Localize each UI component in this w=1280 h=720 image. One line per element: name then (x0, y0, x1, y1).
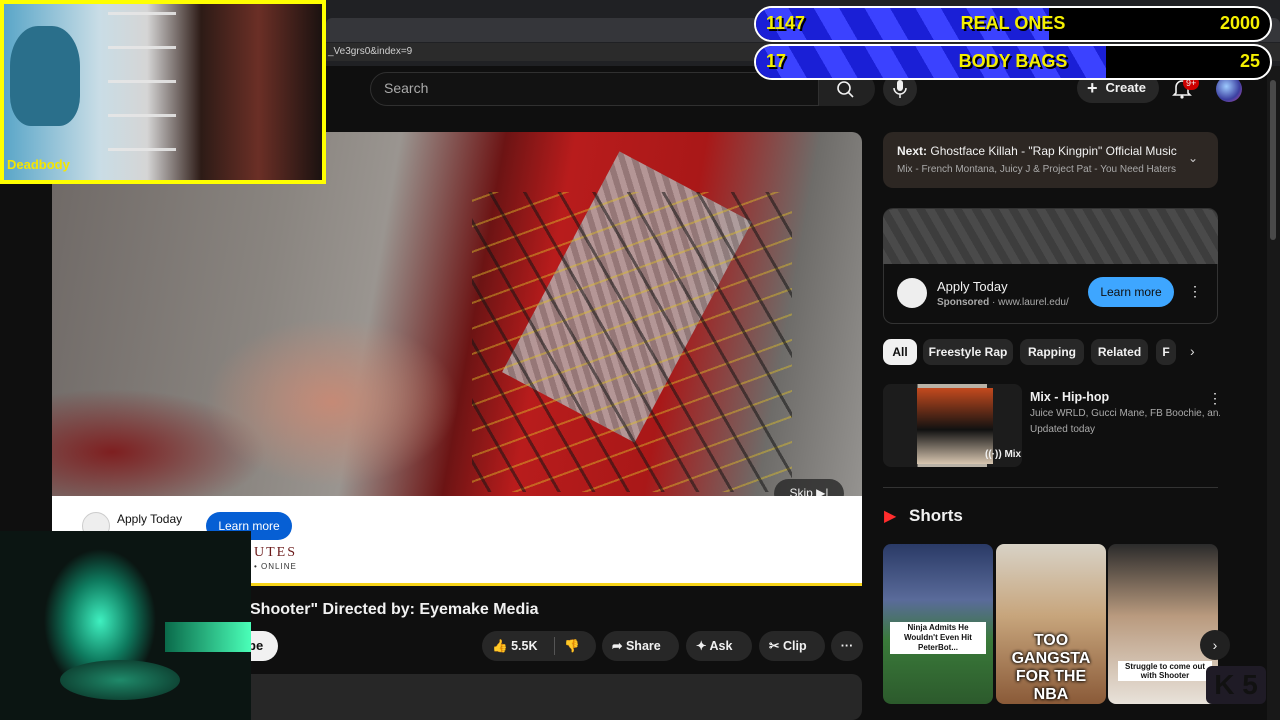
like-count: 5.5K (511, 639, 538, 653)
chevron-right-icon: › (1212, 637, 1218, 653)
mix-more-icon[interactable]: ⋮ (1208, 390, 1222, 407)
chip-all[interactable]: All (883, 339, 917, 365)
secondary-cam-object (60, 660, 180, 700)
ad-title[interactable]: Apply Today (117, 512, 182, 526)
shorts-icon: ▶ (884, 508, 897, 525)
sidebar-ad-logo (897, 278, 927, 308)
create-label: Create (1105, 80, 1146, 95)
secondary-cam-light (165, 622, 251, 652)
scissors-icon: ✂ (769, 639, 780, 653)
short-caption: TOO GANGSTA FOR THE NBA (1011, 632, 1091, 703)
up-next-prefix: Next: (897, 144, 928, 158)
dislike-button[interactable]: 👎 (564, 631, 580, 661)
chevron-right-icon[interactable]: › (1190, 343, 1195, 359)
ad-brand-text: UTES (254, 545, 297, 560)
sparkle-icon: ✦ (696, 639, 707, 653)
sponsored-label: Sponsored (937, 297, 990, 308)
chevron-down-icon[interactable]: ⌄ (1188, 151, 1200, 165)
ask-button[interactable]: ✦ Ask (686, 631, 752, 661)
like-button[interactable]: 👍 5.5K (492, 639, 537, 653)
webcam-shelf (108, 12, 176, 162)
goal-bar-body-bags: 17 BODY BAGS 25 (754, 44, 1272, 80)
share-label: Share (625, 639, 661, 653)
section-divider (883, 487, 1218, 488)
mix-artists: Juice WRLD, Gucci Mane, FB Boochie, an..… (1030, 408, 1220, 419)
mix-updated: Updated today (1030, 424, 1096, 435)
up-next-title: Next: Ghostface Killah - "Rap Kingpin" O… (897, 144, 1177, 158)
sponsored-domain: www.laurel.edu/ (998, 297, 1069, 308)
webcam-username: Deadbody (7, 157, 70, 172)
short-caption: Ninja Admits He Wouldn't Even Hit PeterB… (890, 622, 986, 654)
clip-label: Clip (782, 639, 807, 653)
share-button[interactable]: ➦ Share (602, 631, 679, 661)
chip-partial[interactable]: F (1156, 339, 1176, 365)
like-dislike-group: 👍 5.5K 👎 (482, 631, 596, 661)
clip-button[interactable]: ✂ Clip (759, 631, 825, 661)
video-frame-wires (472, 192, 792, 492)
plus-icon: + (1087, 78, 1098, 98)
video-player[interactable] (52, 132, 862, 496)
sidebar-ad-banner[interactable] (883, 209, 1218, 264)
sidebar-ad-learn-more-button[interactable]: Learn more (1088, 277, 1174, 307)
chip-freestyle-rap[interactable]: Freestyle Rap (923, 339, 1013, 365)
goal-target: 25 (1239, 51, 1260, 71)
more-actions-button[interactable]: ··· (831, 631, 863, 661)
up-next-panel[interactable] (883, 132, 1218, 188)
chip-rapping[interactable]: Rapping (1020, 339, 1084, 365)
corner-logo: K 5 (1206, 666, 1266, 704)
goal-label: REAL ONES (960, 13, 1066, 33)
goal-bar-real-ones: 1147 REAL ONES 2000 (754, 6, 1272, 42)
mix-badge-label: Mix (1004, 449, 1022, 460)
search-placeholder: Search (384, 80, 429, 96)
webcam-face (10, 26, 80, 126)
mix-title[interactable]: Mix - Hip-hop (1030, 390, 1109, 404)
mix-thumbnail-art (917, 388, 993, 464)
video-title: Shooter" Directed by: Eyemake Media (250, 601, 539, 618)
shorts-heading: Shorts (909, 506, 963, 525)
share-icon: ➦ (612, 639, 623, 653)
goal-target: 2000 (1219, 13, 1260, 33)
up-next-subtitle: Mix - French Montana, Juicy J & Project … (897, 164, 1177, 175)
shorts-next-button[interactable]: › (1200, 630, 1230, 660)
address-bar-text: _Ve3grs0&index=9 (328, 46, 413, 57)
chip-related[interactable]: Related (1091, 339, 1148, 365)
sidebar-ad-sponsored: Sponsored · www.laurel.edu/ (937, 297, 1069, 308)
ask-label: Ask (709, 639, 733, 653)
goal-label: BODY BAGS (958, 51, 1068, 71)
more-icon: ··· (840, 639, 854, 653)
up-next-video: Ghostface Killah - "Rap Kingpin" Officia… (930, 144, 1177, 158)
thumbs-down-icon: 👎 (564, 639, 580, 653)
more-vert-icon[interactable]: ⋮ (1188, 283, 1202, 300)
sidebar-ad-title[interactable]: Apply Today (937, 279, 1008, 294)
like-divider (554, 637, 555, 655)
short-caption: Struggle to come out with Shooter (1118, 661, 1212, 681)
ad-brand-subtext: • ONLINE (254, 562, 297, 571)
broadcast-icon: ((·)) (985, 449, 1002, 460)
mix-badge: ((·)) Mix (985, 449, 1021, 460)
scrollbar-thumb[interactable] (1270, 80, 1276, 240)
thumbs-up-icon: 👍 (492, 639, 508, 653)
